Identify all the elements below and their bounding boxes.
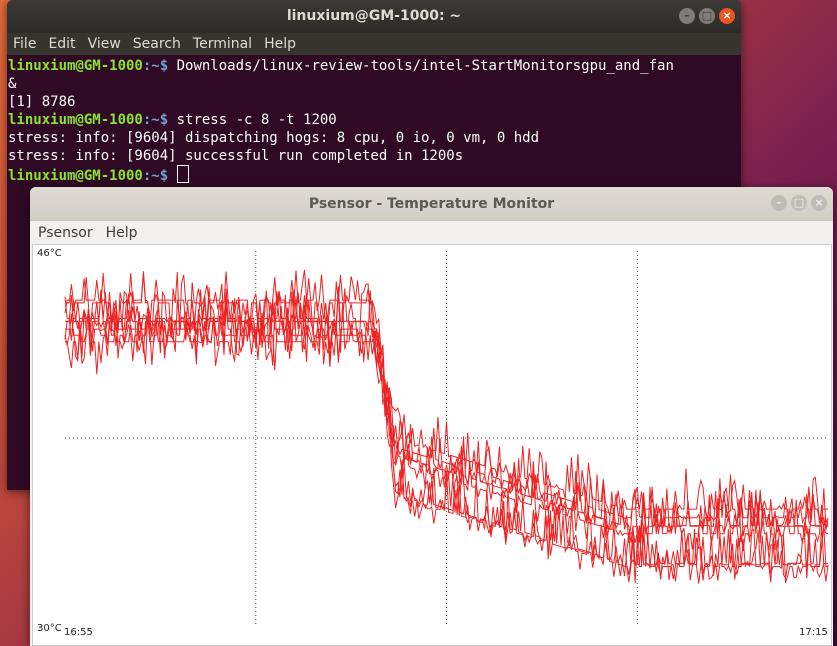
- chart-series: [64, 269, 829, 584]
- psensor-titlebar[interactable]: Psensor - Temperature Monitor – □ ×: [30, 187, 833, 221]
- psensor-menubar: Psensor Help: [30, 221, 833, 244]
- maximize-icon[interactable]: □: [699, 8, 715, 24]
- menu-terminal[interactable]: Terminal: [193, 36, 252, 52]
- psensor-window[interactable]: Psensor - Temperature Monitor – □ × Psen…: [30, 187, 833, 646]
- terminal-prompt-line: linuxium@GM-1000:~$ Downloads/linux-revi…: [8, 57, 741, 75]
- terminal-output-line: [1] 8786: [8, 94, 76, 110]
- minimize-icon[interactable]: –: [771, 195, 787, 211]
- prompt-path: :~$: [142, 112, 169, 128]
- prompt-path: :~$: [142, 58, 169, 74]
- command-text: Downloads/linux-review-tools/intel-Start…: [168, 58, 674, 74]
- temperature-chart: 46°C 30°C 16:55 17:15: [37, 248, 829, 638]
- close-icon[interactable]: ×: [811, 195, 827, 211]
- terminal-titlebar[interactable]: linuxium@GM-1000: ~ – □ ×: [7, 0, 741, 33]
- x-end-label: 17:15: [799, 627, 828, 638]
- minimize-icon[interactable]: –: [679, 8, 695, 24]
- y-top-label: 46°C: [37, 248, 62, 259]
- prompt-user: linuxium@GM-1000: [8, 112, 143, 128]
- terminal-cursor: [176, 165, 189, 183]
- menu-file[interactable]: File: [13, 36, 36, 52]
- terminal-output-line: &: [8, 76, 17, 92]
- prompt-user: linuxium@GM-1000: [8, 168, 143, 184]
- x-start-label: 16:55: [64, 627, 93, 638]
- terminal-output[interactable]: linuxium@GM-1000:~$ Downloads/linux-revi…: [7, 55, 741, 185]
- prompt-path: :~$: [142, 168, 169, 184]
- terminal-output-line: stress: info: [9604] successful run comp…: [8, 148, 464, 164]
- terminal-prompt-line: linuxium@GM-1000:~$: [8, 165, 741, 185]
- menu-search[interactable]: Search: [133, 36, 181, 52]
- psensor-title: Psensor - Temperature Monitor: [308, 196, 555, 212]
- menu-edit[interactable]: Edit: [48, 36, 75, 52]
- terminal-menubar: File Edit View Search Terminal Help: [7, 33, 741, 55]
- maximize-icon[interactable]: □: [791, 195, 807, 211]
- prompt-user: linuxium@GM-1000: [8, 58, 143, 74]
- command-text: [168, 168, 176, 184]
- terminal-prompt-line: linuxium@GM-1000:~$ stress -c 8 -t 1200: [8, 111, 741, 129]
- close-icon[interactable]: ×: [719, 8, 735, 24]
- temperature-graph: 46°C 30°C 16:55 17:15: [32, 244, 832, 646]
- y-bottom-label: 30°C: [37, 623, 62, 634]
- menu-help[interactable]: Help: [106, 225, 138, 241]
- terminal-title: linuxium@GM-1000: ~: [286, 8, 462, 24]
- menu-psensor[interactable]: Psensor: [38, 225, 93, 241]
- temperature-series-line: [64, 301, 829, 536]
- terminal-output-line: stress: info: [9604] dispatching hogs: 8…: [8, 130, 540, 146]
- menu-help[interactable]: Help: [264, 36, 296, 52]
- command-text: stress -c 8 -t 1200: [168, 112, 337, 128]
- menu-view[interactable]: View: [88, 36, 121, 52]
